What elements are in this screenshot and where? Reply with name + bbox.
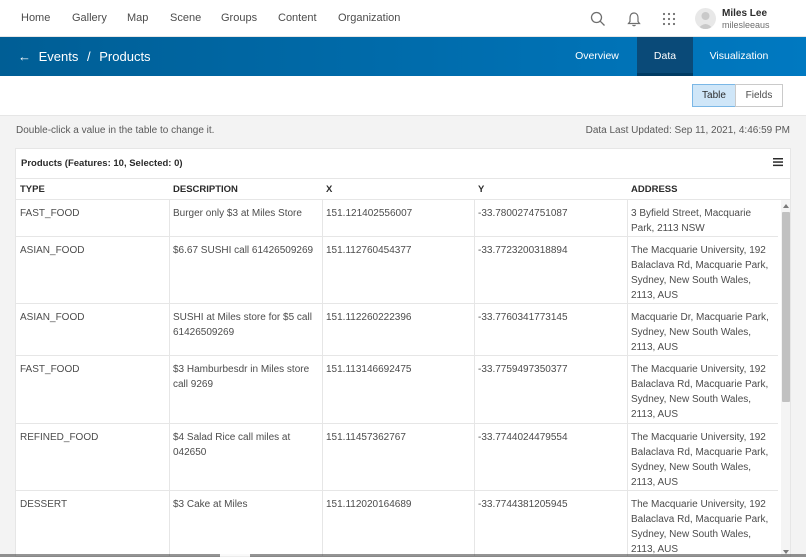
scrollbar-thumb[interactable] <box>782 212 790 402</box>
cell-description[interactable]: $6.67 SUSHI call 61426509269 <box>173 243 319 258</box>
cell-y[interactable]: -33.7723200318894 <box>478 243 623 258</box>
cell-type[interactable]: ASIAN_FOOD <box>20 243 165 258</box>
nav-map[interactable]: Map <box>127 12 148 24</box>
bell-icon[interactable] <box>625 10 643 28</box>
cell-y[interactable]: -33.7760341773145 <box>478 310 623 325</box>
cell-address[interactable]: 3 Byfield Street, Macquarie Park, 2113 N… <box>631 206 777 236</box>
cell-type[interactable]: FAST_FOOD <box>20 206 165 221</box>
fields-view-button[interactable]: Fields <box>735 84 783 107</box>
nav-organization[interactable]: Organization <box>338 12 400 24</box>
last-updated: Data Last Updated: Sep 11, 2021, 4:46:59… <box>585 125 790 136</box>
cell-description[interactable]: SUSHI at Miles store for $5 call 6142650… <box>173 310 319 340</box>
column-header-type[interactable]: TYPE <box>20 184 45 195</box>
edit-hint: Double-click a value in the table to cha… <box>16 125 215 136</box>
table-row[interactable]: ASIAN_FOOD SUSHI at Miles store for $5 c… <box>16 304 778 356</box>
table-row[interactable]: REFINED_FOOD $4 Salad Rice call miles at… <box>16 424 778 491</box>
cell-x[interactable]: 151.112760454377 <box>326 243 471 258</box>
table-row[interactable]: DESSERT $3 Cake at Miles 151.11202016468… <box>16 491 778 556</box>
cell-address[interactable]: The Macquarie University, 192 Balaclava … <box>631 362 777 422</box>
cell-x[interactable]: 151.112020164689 <box>326 497 471 512</box>
cell-address[interactable]: The Macquarie University, 192 Balaclava … <box>631 243 777 303</box>
cell-y[interactable]: -33.7800274751087 <box>478 206 623 221</box>
cell-description[interactable]: $3 Hamburbesdr in Miles store call 9269 <box>173 362 319 392</box>
user-id: milesleeaus <box>722 20 770 30</box>
view-toolbar: Table Fields <box>0 76 806 116</box>
cell-x[interactable]: 151.113146692475 <box>326 362 471 377</box>
cell-type[interactable]: DESSERT <box>20 497 165 512</box>
column-header-x[interactable]: X <box>326 184 332 195</box>
column-header-address[interactable]: ADDRESS <box>631 184 677 195</box>
hamburger-menu-icon[interactable] <box>773 157 783 167</box>
breadcrumb-events[interactable]: Events <box>39 49 79 64</box>
cell-address[interactable]: Macquarie Dr, Macquarie Park, Sydney, Ne… <box>631 310 777 355</box>
table-row[interactable]: FAST_FOOD $3 Hamburbesdr in Miles store … <box>16 356 778 424</box>
search-icon[interactable] <box>589 10 607 28</box>
cell-type[interactable]: ASIAN_FOOD <box>20 310 165 325</box>
cell-type[interactable]: REFINED_FOOD <box>20 430 165 445</box>
cell-description[interactable]: Burger only $3 at Miles Store <box>173 206 319 221</box>
cell-x[interactable]: 151.11457362767 <box>326 430 471 445</box>
top-navigation: Home Gallery Map Scene Groups Content Or… <box>0 0 806 37</box>
cell-x[interactable]: 151.121402556007 <box>326 206 471 221</box>
cell-y[interactable]: -33.7744024479554 <box>478 430 623 445</box>
table-row[interactable]: ASIAN_FOOD $6.67 SUSHI call 61426509269 … <box>16 237 778 304</box>
user-avatar-icon[interactable] <box>695 8 716 29</box>
scroll-up-icon[interactable] <box>783 204 789 208</box>
cell-type[interactable]: FAST_FOOD <box>20 362 165 377</box>
data-table-panel: Products (Features: 10, Selected: 0) TYP… <box>15 148 791 557</box>
table-title: Products (Features: 10, Selected: 0) <box>21 158 183 169</box>
tab-data[interactable]: Data <box>637 37 693 76</box>
cell-description[interactable]: $3 Cake at Miles <box>173 497 319 512</box>
cell-y[interactable]: -33.7759497350377 <box>478 362 623 377</box>
column-header-y[interactable]: Y <box>478 184 484 195</box>
nav-gallery[interactable]: Gallery <box>72 12 107 24</box>
tab-overview[interactable]: Overview <box>566 37 628 76</box>
app-grid-icon[interactable] <box>660 10 678 28</box>
user-name[interactable]: Miles Lee <box>722 8 767 19</box>
cell-description[interactable]: $4 Salad Rice call miles at 042650 <box>173 430 319 460</box>
cell-y[interactable]: -33.7744381205945 <box>478 497 623 512</box>
breadcrumb-products: Products <box>99 49 151 64</box>
nav-scene[interactable]: Scene <box>170 12 201 24</box>
item-header-bar: ← Events / Products Overview Data Visual… <box>0 37 806 76</box>
table-header: TYPE DESCRIPTION X Y ADDRESS <box>16 178 790 200</box>
nav-groups[interactable]: Groups <box>221 12 257 24</box>
table-row[interactable]: FAST_FOOD Burger only $3 at Miles Store … <box>16 200 778 237</box>
breadcrumb-separator: / <box>87 49 91 64</box>
cell-x[interactable]: 151.112260222396 <box>326 310 471 325</box>
tab-visualization[interactable]: Visualization <box>700 37 778 76</box>
cell-address[interactable]: The Macquarie University, 192 Balaclava … <box>631 430 777 490</box>
nav-home[interactable]: Home <box>21 12 50 24</box>
table-view-button[interactable]: Table <box>692 84 736 107</box>
column-header-description[interactable]: DESCRIPTION <box>173 184 238 195</box>
nav-content[interactable]: Content <box>278 12 317 24</box>
cell-address[interactable]: The Macquarie University, 192 Balaclava … <box>631 497 777 556</box>
back-arrow-icon[interactable]: ← <box>18 49 31 64</box>
breadcrumb: ← Events / Products <box>18 49 151 64</box>
table-scrollbar[interactable] <box>781 200 790 556</box>
